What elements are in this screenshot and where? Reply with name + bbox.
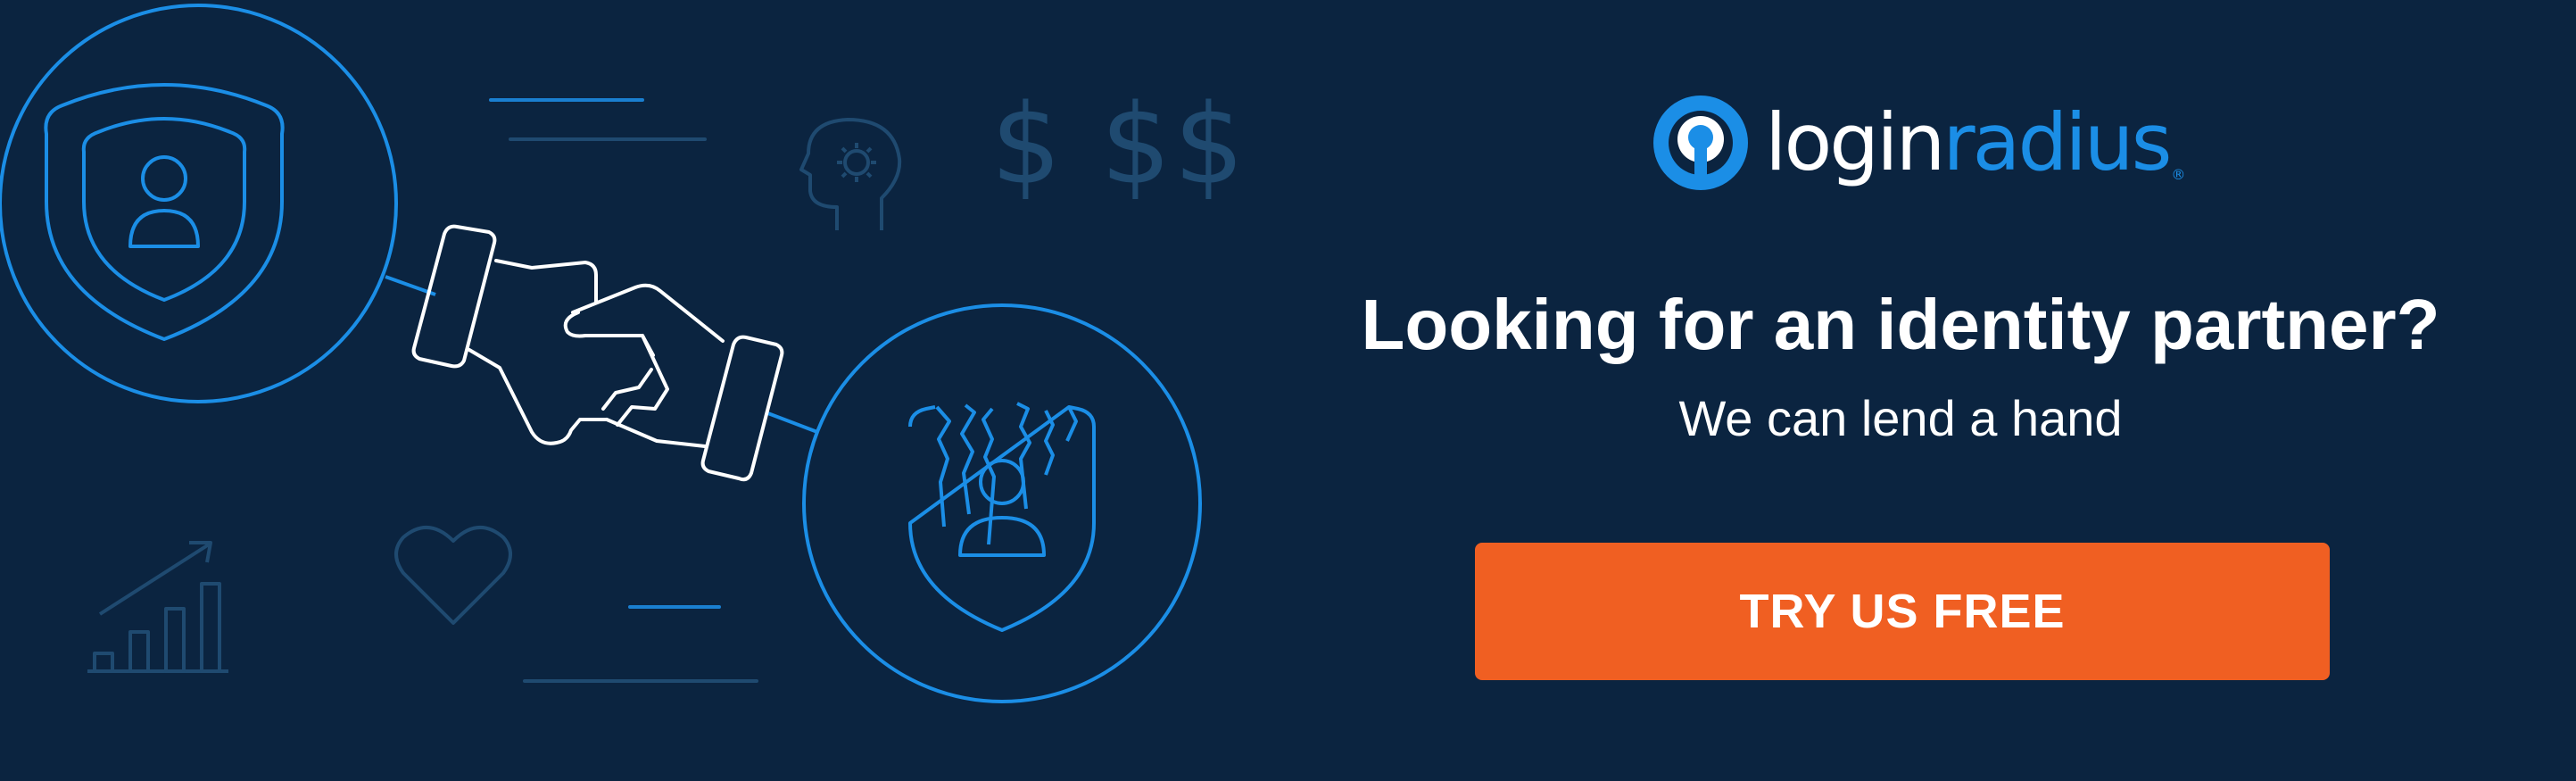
dollar-symbol-2: $	[1101, 81, 1172, 210]
loginradius-logo: loginradius ®	[1651, 89, 2185, 196]
logo-text-radius: radius	[1942, 96, 2172, 188]
subheadline: We can lend a hand	[1678, 390, 2123, 446]
dollar-symbol-1: $	[991, 81, 1062, 210]
illustration: $ $ $	[0, 4, 1245, 703]
logo-mark-icon	[1653, 96, 1748, 190]
cracked-shield-user-icon	[802, 303, 1202, 703]
headline: Looking for an identity partner?	[1361, 285, 2440, 364]
dollar-icon: $ $ $	[991, 81, 1245, 210]
logo-text-login: login	[1765, 96, 1945, 188]
promo-banner: $ $ $ loginradius ® Looking for an ident…	[0, 0, 2576, 781]
handshake-icon	[411, 224, 784, 482]
cta-panel: loginradius ® Looking for an identity par…	[1267, 0, 2534, 781]
shield-user-icon	[0, 4, 398, 403]
logo-registered-mark: ®	[2171, 166, 2185, 183]
heart-icon	[394, 525, 512, 625]
brain-gear-head-icon	[799, 118, 902, 230]
try-us-free-button[interactable]: TRY US FREE	[1475, 543, 2330, 680]
dollar-symbol-3: $	[1174, 81, 1245, 210]
growth-chart-icon	[87, 541, 228, 673]
logo-wordmark: loginradius ®	[1765, 104, 2185, 183]
